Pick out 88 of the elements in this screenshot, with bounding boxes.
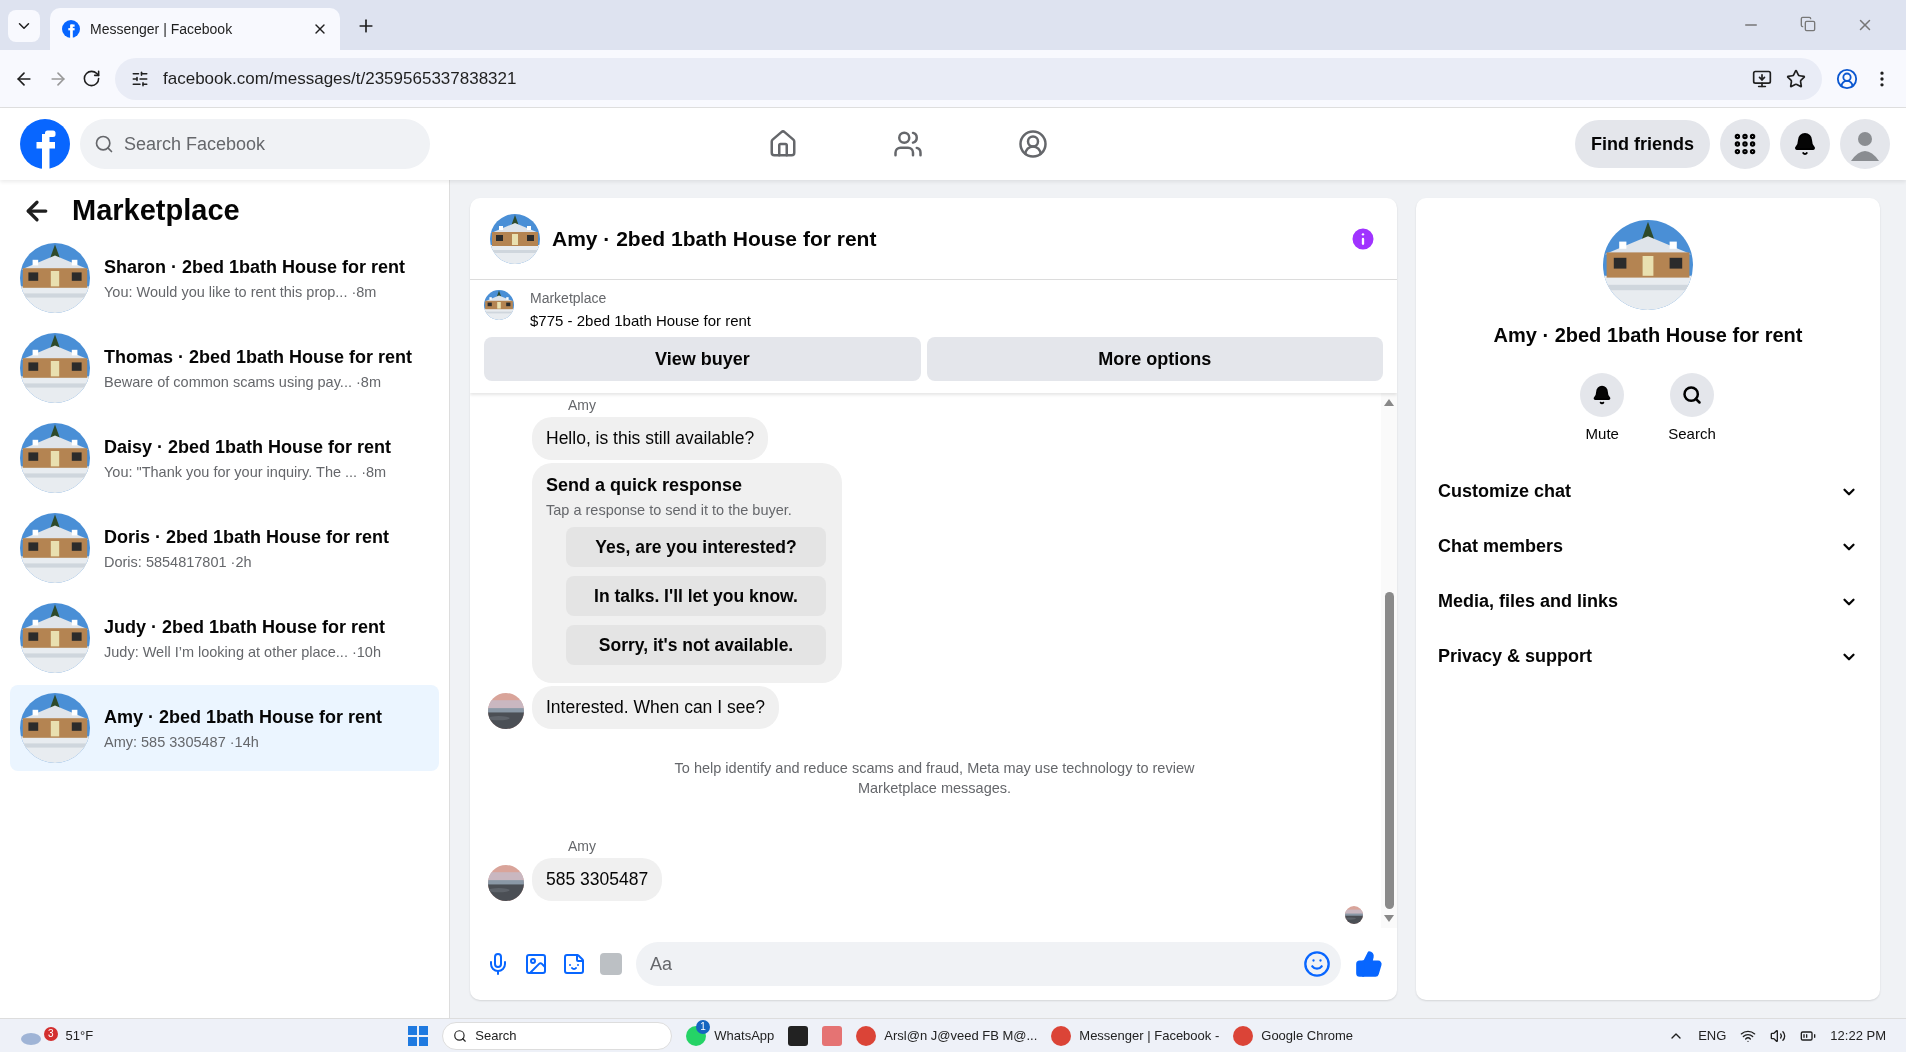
quick-reply-button[interactable]: Yes, are you interested? [566,527,826,567]
card-title: Send a quick response [546,475,744,496]
tab-title: Messenger | Facebook [90,21,234,37]
section-header[interactable]: Privacy & support [1416,629,1880,684]
groups-icon[interactable] [1017,129,1048,159]
volume-icon[interactable] [1770,1027,1787,1044]
site-settings-icon[interactable] [131,69,149,88]
quick-reply-button[interactable]: Sorry, it's not available. [566,625,826,665]
taskbar-app-label[interactable]: Google Chrome [1261,1028,1354,1043]
message-bubble: Hello, is this still available? [532,417,769,460]
thumbs-up-icon[interactable] [1355,950,1383,978]
search-icon [94,134,114,154]
conversation-item[interactable]: Thomas · 2bed 1bath House for rent Beware of common scams using pay... ·8m [10,325,439,411]
image-icon[interactable] [524,952,548,976]
section-header[interactable]: Media, files and links [1416,574,1880,629]
conversation-preview: Judy: Well I’m looking at other place... ·10h [104,643,382,660]
notifications-button[interactable] [1780,119,1830,169]
action-button[interactable]: View buyer [484,337,921,381]
notification-badge: 3 [44,1026,58,1041]
action-label: Mute [1585,425,1619,442]
conversation-name: Amy · 2bed 1bath House for rent [104,706,383,728]
quick-reply-button[interactable]: In talks. I'll let you know. [566,576,826,616]
conversation-name: Judy · 2bed 1bath House for rent [104,616,386,638]
conversation-preview: Doris: 5854817801 ·2h [104,553,253,570]
facebook-logo-icon[interactable] [20,119,70,169]
grid-icon [1732,131,1758,157]
conversation-item[interactable]: Sharon · 2bed 1bath House for rent You: Would you like to rent this prop... ·8m [10,235,439,321]
menu-button[interactable] [1720,119,1770,169]
sticker-icon[interactable] [562,952,586,976]
conversation-preview: You: Would you like to rent this prop... ·8m [104,283,378,300]
sidebar-title: Marketplace [72,194,240,227]
conversation-name: Doris · 2bed 1bath House for rent [104,526,390,548]
sender-name: Amy [568,838,597,854]
conversation-name: Thomas · 2bed 1bath House for rent [104,346,413,368]
mute-button[interactable] [1580,373,1625,417]
search-field[interactable]: Search Facebook [80,119,430,169]
facebook-logo-icon [62,20,80,38]
action-label: Search [1668,425,1716,442]
chat-title: Amy · 2bed 1bath House for rent [552,226,878,251]
bookmark-star-icon[interactable] [1786,68,1806,89]
taskbar-app-label[interactable]: Messenger | Facebook - [1079,1028,1220,1043]
conversation-name: Sharon · 2bed 1bath House for rent [104,256,406,278]
friends-icon[interactable] [892,129,923,159]
card-subtitle: Tap a response to send it to the buyer. [546,502,793,518]
conversation-title: Amy · 2bed 1bath House for rent [1493,324,1803,347]
install-icon[interactable] [1752,68,1772,89]
message-bubble: 585 3305487 [532,858,663,901]
windows-start-icon[interactable] [408,1025,429,1046]
app-icon[interactable] [788,1025,809,1046]
search-button[interactable] [1670,373,1714,417]
account-button[interactable] [1840,119,1890,169]
taskbar-app-label[interactable]: Arsl@n J@veed FB M@... [884,1028,1038,1043]
profile-icon[interactable] [1836,67,1858,90]
section-header[interactable]: Customize chat [1416,464,1880,519]
message-field[interactable]: Aa [636,942,1341,986]
bell-icon [1793,132,1817,156]
find-friends-button[interactable]: Find friends [1575,120,1710,168]
temperature-text[interactable]: 51°F [65,1028,94,1043]
action-button[interactable]: More options [926,337,1383,381]
sender-name: Amy [568,397,597,413]
notice-text: To help identify and reduce scams and fraud, Meta may use technology to review Marketplace messages. [673,759,1196,798]
conversation-name: Daisy · 2bed 1bath House for rent [104,436,392,458]
bell-icon [1592,385,1613,405]
home-icon[interactable] [767,129,798,159]
taskbar-app-label[interactable]: WhatsApp [714,1028,775,1043]
conversation-preview: Beware of common scams using pay... ·8m [104,373,382,390]
message-bubble: Interested. When can I see? [532,686,779,729]
clock[interactable]: 12:22 PM [1830,1028,1886,1043]
conversation-item[interactable]: Daisy · 2bed 1bath House for rent You: "Thank you for your inquiry. The ... ·8m [10,415,439,501]
scroll-bar[interactable] [1381,393,1397,928]
address-bar[interactable]: facebook.com/messages/t/2359565337838321 [115,57,1822,100]
restore-icon[interactable] [1800,16,1816,34]
conversation-preview: Amy: 585 3305487 ·14h [104,733,260,750]
conversation-item[interactable]: Amy · 2bed 1bath House for rent Amy: 585 3305487 ·14h [10,685,439,771]
section-header[interactable]: Chat members [1416,519,1880,574]
conversation-item[interactable]: Judy · 2bed 1bath House for rent Judy: Well I’m looking at other place... ·10h [10,595,439,681]
language-indicator[interactable]: ENG [1698,1028,1727,1043]
reload-icon[interactable] [82,69,101,88]
notification-badge: 1 [696,1019,710,1034]
taskbar-search-field[interactable]: Search [442,1021,673,1050]
emoji-icon[interactable] [1303,950,1331,978]
listing-source: Marketplace [530,290,608,306]
conversation-preview: You: "Thank you for your inquiry. The ... ·8m [104,463,388,480]
conversation-item[interactable]: Doris · 2bed 1bath House for rent Doris: 5854817801 ·2h [10,505,439,591]
listing-title: $775 - 2bed 1bath House for rent [530,312,751,329]
search-icon [1682,385,1702,405]
search-icon [453,1028,468,1043]
browser-tab[interactable]: Messenger | Facebook [50,8,340,50]
